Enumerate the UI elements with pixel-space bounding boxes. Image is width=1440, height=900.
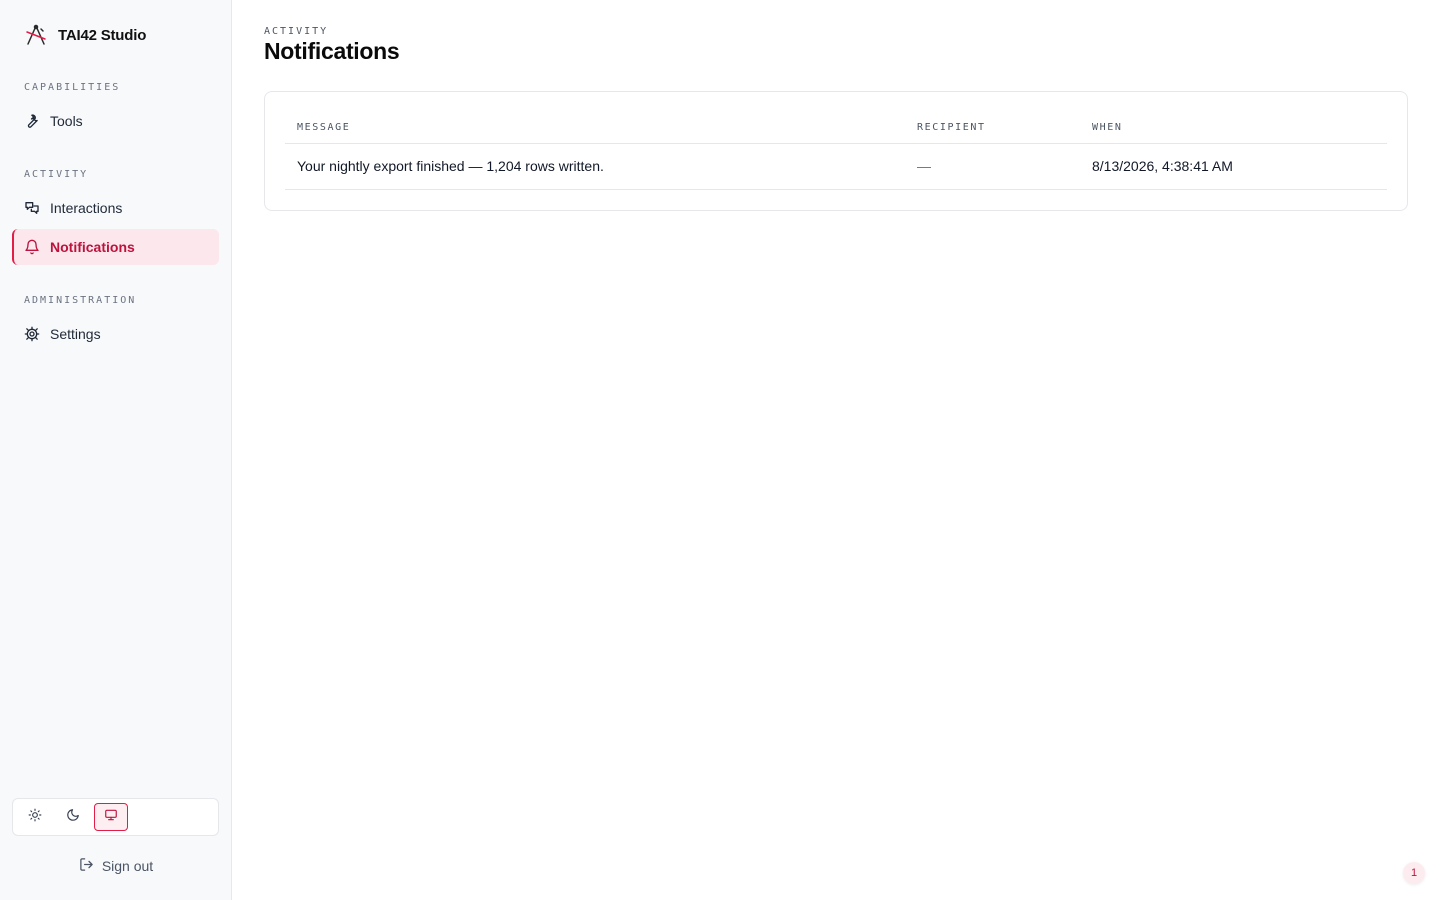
wrench-icon	[24, 113, 40, 129]
table-row[interactable]: Your nightly export finished — 1,204 row…	[285, 144, 1387, 190]
sidebar-item-interactions[interactable]: Interactions	[12, 190, 219, 226]
sidebar-item-label: Notifications	[50, 239, 135, 255]
page-eyebrow: ACTIVITY	[264, 26, 329, 37]
notifications-card: MESSAGE RECIPIENT WHEN Your nightly expo…	[264, 91, 1408, 211]
moon-icon	[66, 808, 80, 827]
page-title: Notifications	[264, 38, 400, 64]
column-header-when[interactable]: WHEN	[1092, 122, 1122, 133]
chat-bubbles-icon	[24, 200, 40, 216]
sidebar-item-settings[interactable]: Settings	[12, 316, 219, 352]
section-label-administration: ADMINISTRATION	[24, 295, 137, 306]
theme-dark-button[interactable]	[56, 803, 90, 831]
cell-recipient: —	[917, 158, 931, 174]
column-header-recipient[interactable]: RECIPIENT	[917, 122, 986, 133]
table-header: MESSAGE RECIPIENT WHEN	[285, 112, 1387, 144]
notifications-table: MESSAGE RECIPIENT WHEN Your nightly expo…	[285, 112, 1387, 190]
theme-system-button[interactable]	[94, 803, 128, 831]
monitor-icon	[104, 808, 118, 827]
sidebar: TAI42 Studio CAPABILITIES Tools ACTIVITY…	[0, 0, 232, 900]
sign-out-label: Sign out	[101, 858, 154, 874]
cell-message: Your nightly export finished — 1,204 row…	[297, 158, 604, 174]
issues-badge[interactable]: 1	[1403, 862, 1425, 884]
gear-icon	[24, 326, 40, 342]
sidebar-item-label: Tools	[50, 113, 83, 129]
theme-light-button[interactable]	[18, 803, 52, 831]
sign-out-button[interactable]: Sign out	[0, 852, 232, 880]
sidebar-item-label: Interactions	[50, 200, 123, 216]
section-label-activity: ACTIVITY	[24, 169, 89, 180]
brand-name: TAI42 Studio	[58, 26, 147, 44]
sidebar-item-tools[interactable]: Tools	[12, 103, 219, 139]
sidebar-item-label: Settings	[50, 326, 101, 342]
sidebar-item-notifications[interactable]: Notifications	[12, 229, 219, 265]
sign-out-icon	[79, 857, 94, 875]
brand[interactable]: TAI42 Studio	[24, 22, 146, 48]
column-header-message[interactable]: MESSAGE	[297, 122, 350, 133]
sun-icon	[28, 808, 42, 827]
compass-tools-icon	[24, 23, 48, 47]
theme-switcher	[12, 798, 219, 836]
bell-icon	[24, 239, 40, 255]
cell-when: 8/13/2026, 4:38:41 AM	[1092, 158, 1233, 174]
section-label-capabilities: CAPABILITIES	[24, 82, 121, 93]
